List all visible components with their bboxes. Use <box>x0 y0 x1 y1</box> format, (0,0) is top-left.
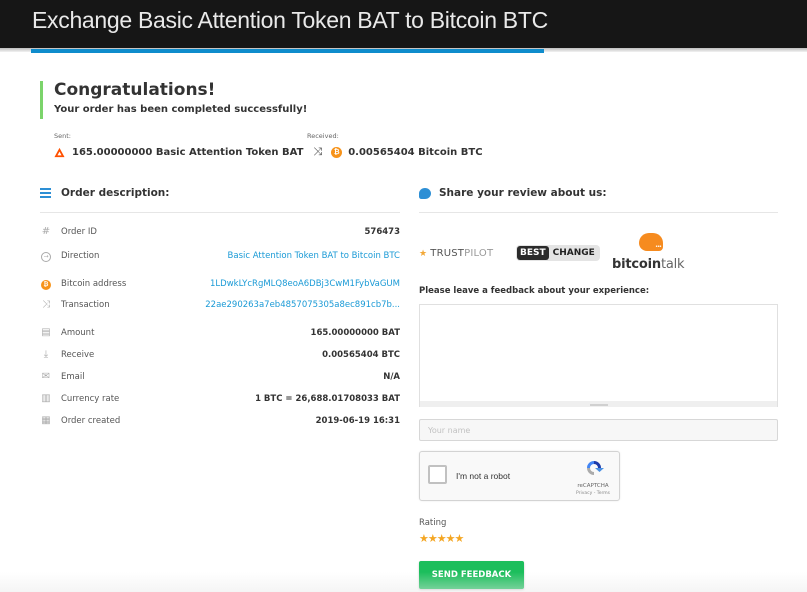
direction-link[interactable]: Basic Attention Token BAT to Bitcoin BTC <box>228 251 400 261</box>
email-icon: ✉ <box>41 371 51 382</box>
chat-icon <box>419 187 431 199</box>
chart-icon: ▥ <box>41 393 51 404</box>
wallet-icon: ▤ <box>41 327 51 338</box>
review-heading: Share your review about us: <box>419 187 607 199</box>
bitcoin-address-link[interactable]: 1LDwkLYcRgMLQ8eoA6DBj3CwM1FybVaGUM <box>210 279 400 289</box>
row-label: Transaction <box>61 300 110 310</box>
divider <box>40 212 400 213</box>
recaptcha-widget: I'm not a robot reCAPTCHA Privacy - Term… <box>419 451 620 501</box>
bitcoin-icon: ₿ <box>40 278 52 290</box>
bitcointalk-cloud-icon <box>639 233 663 251</box>
star-icon[interactable]: ★ <box>446 532 456 545</box>
hash-icon: # <box>41 226 51 237</box>
row-label: Order created <box>61 416 121 426</box>
download-icon: ⤓ <box>43 349 49 360</box>
star-icon[interactable]: ★ <box>428 532 438 545</box>
rating-label: Rating <box>419 518 447 528</box>
order-heading-text: Order description: <box>61 187 170 199</box>
name-input[interactable] <box>419 419 778 441</box>
bitcointalk-link[interactable]: bitcointalk <box>612 233 692 275</box>
received-label: Received: <box>307 132 339 140</box>
row-label: Email <box>61 372 85 382</box>
trustpilot-link[interactable]: ★ TRUST PILOT <box>419 248 493 259</box>
email-value: N/A <box>383 372 400 382</box>
bestchange-text-a: BEST <box>517 246 549 260</box>
bitcointalk-text-b: talk <box>660 257 685 272</box>
order-description-heading: Order description: <box>40 187 170 199</box>
order-row-receive: ⤓ Receive 0.00565404 BTC <box>40 347 400 363</box>
bottom-fade <box>0 572 807 592</box>
sent-amount: 165.00000000 Basic Attention Token BAT <box>72 146 304 158</box>
sent-label: Sent: <box>54 132 71 140</box>
recaptcha-brand: reCAPTCHA <box>577 483 609 489</box>
bitcointalk-text-a: bitcoin <box>612 257 661 272</box>
order-row-transaction: ⤨ Transaction 22ae290263a7eb4857075305a8… <box>40 297 400 313</box>
direction-icon: → <box>40 250 52 262</box>
transaction-link[interactable]: 22ae290263a7eb4857075305a8ec891cb7b... <box>205 300 400 310</box>
bestchange-link[interactable]: BEST CHANGE <box>516 245 600 261</box>
order-row-bitcoin-address: ₿ Bitcoin address 1LDwkLYcRgMLQ8eoA6DBj3… <box>40 276 400 292</box>
review-platforms: ★ TRUSTPILOT BEST CHANGE bitcointalk <box>419 230 779 275</box>
divider <box>419 212 778 213</box>
trustpilot-text-b: PILOT <box>464 248 494 259</box>
star-icon[interactable]: ★ <box>437 532 447 545</box>
row-label: Receive <box>61 350 95 360</box>
list-icon <box>40 188 51 198</box>
bestchange-text-b: CHANGE <box>552 248 595 258</box>
order-row-email: ✉ Email N/A <box>40 369 400 385</box>
success-banner: Congratulations! Your order has been com… <box>40 81 307 119</box>
success-title: Congratulations! <box>54 80 216 100</box>
page-header: Exchange Basic Attention Token BAT to Bi… <box>0 0 807 48</box>
order-id-value: 576473 <box>364 227 401 237</box>
order-row-direction: → Direction Basic Attention Token BAT to… <box>40 248 400 264</box>
order-row-amount: ▤ Amount 165.00000000 BAT <box>40 325 400 341</box>
order-row-order-id: # Order ID 576473 <box>40 224 400 240</box>
order-row-order-created: ▦ Order created 2019-06-19 16:31 <box>40 413 400 429</box>
amount-value: 165.00000000 BAT <box>310 328 400 338</box>
shuffle-icon: ⤨ <box>42 299 50 310</box>
row-label: Currency rate <box>61 394 120 404</box>
row-label: Direction <box>61 251 100 261</box>
bitcoin-icon: ₿ <box>331 146 343 158</box>
shuffle-icon: ⤨ <box>313 145 323 158</box>
row-label: Amount <box>61 328 95 338</box>
row-label: Bitcoin address <box>61 279 127 289</box>
trustpilot-star-icon: ★ <box>419 248 428 259</box>
calendar-icon: ▦ <box>41 415 51 426</box>
received-amount: 0.00565404 Bitcoin BTC <box>348 146 483 158</box>
recaptcha-checkbox[interactable] <box>428 465 447 484</box>
receive-value: 0.00565404 BTC <box>322 350 400 360</box>
star-icon[interactable]: ★ <box>455 532 465 545</box>
recaptcha-label: I'm not a robot <box>456 471 511 481</box>
recaptcha-terms-link[interactable]: Privacy - Terms <box>570 491 616 496</box>
resize-grip-icon <box>590 404 608 406</box>
currency-rate-value: 1 BTC = 26,688.01708033 BAT <box>255 394 400 404</box>
order-created-value: 2019-06-19 16:31 <box>315 416 400 426</box>
rating-stars[interactable]: ★ ★ ★ ★ ★ <box>419 532 465 545</box>
bitcointalk-logo-text: bitcointalk <box>612 257 685 272</box>
send-feedback-button[interactable]: SEND FEEDBACK <box>419 561 524 589</box>
page-title: Exchange Basic Attention Token BAT to Bi… <box>32 7 548 33</box>
order-row-currency-rate: ▥ Currency rate 1 BTC = 26,688.01708033 … <box>40 391 400 407</box>
feedback-label: Please leave a feedback about your exper… <box>419 286 650 296</box>
star-icon[interactable]: ★ <box>419 532 429 545</box>
feedback-textarea[interactable] <box>419 304 778 407</box>
review-heading-text: Share your review about us: <box>439 187 607 199</box>
header-accent-bar <box>31 49 544 53</box>
success-subtitle: Your order has been completed successful… <box>54 104 308 115</box>
swap-summary: 165.00000000 Basic Attention Token BAT ⤨… <box>54 145 483 159</box>
row-label: Order ID <box>61 227 97 237</box>
trustpilot-text-a: TRUST <box>430 248 465 259</box>
bat-icon <box>54 147 65 157</box>
recaptcha-logo-icon <box>587 461 604 475</box>
